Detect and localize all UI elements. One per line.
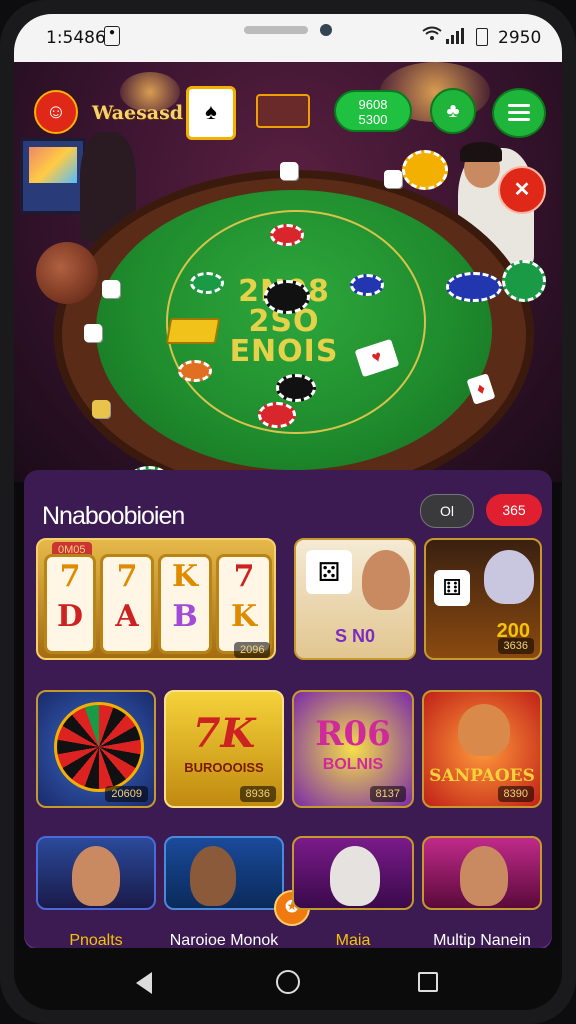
cards-icon[interactable]: ♠ <box>186 86 236 140</box>
signal-icon <box>446 28 464 44</box>
chip-green[interactable] <box>502 260 546 302</box>
dice-icon: ⚄ <box>306 550 352 594</box>
game-tile[interactable]: SANPAOES 8390 <box>422 690 542 808</box>
chip-blue[interactable] <box>350 274 384 296</box>
character-portrait <box>458 704 510 756</box>
game-tile[interactable] <box>422 836 542 910</box>
chip-black[interactable] <box>276 374 316 402</box>
notification-icon: ● <box>104 26 120 46</box>
gold-bar <box>165 318 221 344</box>
slot-reel: 7K <box>216 554 272 654</box>
felt-text-line: ENOIS <box>229 334 339 369</box>
tile-main: 7K <box>192 710 256 757</box>
die <box>92 400 110 418</box>
system-nav-bar <box>14 948 562 1010</box>
recent-apps-icon[interactable] <box>418 972 438 992</box>
menu-icon <box>508 104 530 107</box>
arcade-machine <box>20 138 86 214</box>
game-scene[interactable]: 2N08 2SO ENOIS ♥ ♦ ☺ Waesasd ♠ 9608 5 <box>14 62 562 482</box>
game-tile[interactable]: ⚅ 200 3636 <box>424 538 542 660</box>
close-icon[interactable]: ✕ <box>498 166 546 214</box>
slot-machine-tile[interactable]: 0M05 7D 7A KB 7K 2096 <box>36 538 276 660</box>
menu-button[interactable] <box>492 88 546 138</box>
chip-orange[interactable] <box>178 360 212 382</box>
slot-reel: 7A <box>100 554 154 654</box>
tile-badge: 8936 <box>239 786 276 802</box>
status-bar: 1:5486 ● 2950 <box>14 14 562 62</box>
cup-holder <box>36 242 98 304</box>
game-tile[interactable]: R06 BOLNIS 8137 <box>292 690 414 808</box>
back-icon[interactable] <box>136 972 152 994</box>
die <box>280 162 298 180</box>
tile-badge: 20609 <box>105 786 148 802</box>
tile-sub: S N0 <box>334 626 376 646</box>
character-portrait <box>190 846 236 906</box>
count-badge-button[interactable]: 365 <box>486 494 542 526</box>
battery-icon <box>476 28 488 46</box>
slot-badge: 2096 <box>234 642 271 658</box>
screen: 1:5486 ● 2950 2N08 2SO ENOIS <box>14 14 562 1010</box>
die <box>102 280 120 298</box>
roulette-tile[interactable]: 20609 <box>36 690 156 808</box>
game-logo: Waesasd <box>92 102 184 124</box>
dice-icon: ⚅ <box>434 570 470 606</box>
tile-badge: 3636 <box>497 638 534 654</box>
character-portrait <box>460 846 508 906</box>
tile-sub: BUROOOISS <box>184 760 264 775</box>
profile-icon[interactable]: ☺ <box>34 90 78 134</box>
game-tile[interactable] <box>292 836 414 910</box>
dealer-icon[interactable]: ♣ <box>430 88 476 134</box>
character-portrait <box>330 846 380 906</box>
player-hair <box>460 142 502 162</box>
balance-button[interactable]: 9608 5300 <box>334 90 412 132</box>
balance-line: 9608 <box>358 97 388 112</box>
game-tile[interactable]: 7K BUROOOISS 8936 <box>164 690 284 808</box>
filter-button[interactable]: Ol <box>420 494 474 528</box>
tile-main: R06 <box>315 714 391 754</box>
battery-level: 2950 <box>498 28 542 48</box>
character-portrait <box>362 550 410 610</box>
roulette-wheel <box>54 702 144 792</box>
tile-badge: 8390 <box>497 786 534 802</box>
chip-gold[interactable] <box>402 150 448 190</box>
wifi-icon <box>422 26 442 47</box>
tile-sub: SANPAOES <box>429 766 535 786</box>
balance-amount: 5300 <box>358 112 388 127</box>
character-portrait <box>72 846 120 906</box>
tile-sub: BOLNIS <box>322 756 384 773</box>
chip-black[interactable] <box>264 280 310 314</box>
phone-frame: 1:5486 ● 2950 2N08 2SO ENOIS <box>0 0 576 1024</box>
speaker-notch <box>244 26 308 34</box>
die <box>84 324 102 342</box>
lobby-title: Nnaboobioien <box>42 502 185 530</box>
game-tile[interactable] <box>36 836 156 910</box>
home-icon[interactable] <box>276 970 300 994</box>
die <box>384 170 402 188</box>
chip-green[interactable] <box>190 272 224 294</box>
camera-icon <box>320 24 332 36</box>
neon-sign <box>256 94 310 128</box>
character-portrait <box>484 550 534 604</box>
status-time: 1:5486 <box>46 28 106 48</box>
chip-blue[interactable] <box>446 272 502 302</box>
tile-badge: 8137 <box>369 786 406 802</box>
chip-red[interactable] <box>270 224 304 246</box>
slot-reel: KB <box>158 554 212 654</box>
slot-reel: 7D <box>44 554 96 654</box>
game-tile[interactable] <box>164 836 284 910</box>
game-tile[interactable]: ⚄ S N0 <box>294 538 416 660</box>
chip-red[interactable] <box>258 402 296 428</box>
